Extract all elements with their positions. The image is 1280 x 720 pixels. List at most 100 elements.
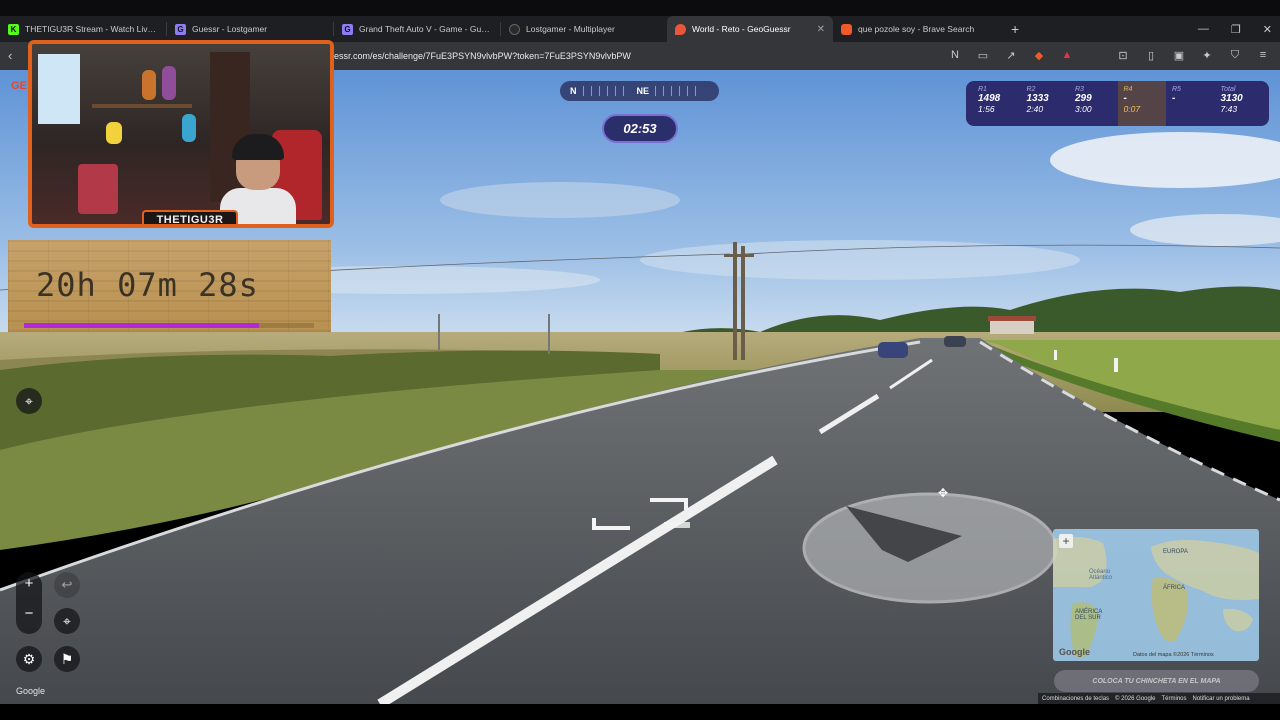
- countdown-progress-fill: [24, 323, 259, 328]
- report-problem-link[interactable]: Notificar un problema: [1193, 696, 1250, 702]
- tab-lostgamer-multiplayer[interactable]: Lostgamer - Multiplayer: [501, 16, 667, 42]
- round-time: 0:07: [1123, 104, 1141, 114]
- streamer-webcam: THETIGU3R: [28, 40, 334, 228]
- window-controls: — ❐ ✕: [1198, 16, 1272, 42]
- close-tab-icon[interactable]: ✕: [817, 24, 825, 35]
- round-2: R2 1333 2:40: [1021, 81, 1070, 126]
- webcam-monitor: [38, 54, 80, 124]
- round-label: R5: [1172, 86, 1181, 93]
- tab-title: World - Reto - GeoGuessr: [692, 24, 791, 34]
- toolbar-icons: N ▭ ↗ ◆ ▲ ⊡ ▯ ▣ ✦ ⛉ ≡: [948, 48, 1270, 62]
- map-google-logo: Google: [1059, 647, 1090, 657]
- tab-kick-stream[interactable]: K THETIGU3R Stream - Watch Live on K: [0, 16, 166, 42]
- tab-strip: K THETIGU3R Stream - Watch Live on K G G…: [0, 16, 1280, 42]
- wallet-icon[interactable]: ▣: [1172, 48, 1186, 62]
- move-cursor-icon: ✥: [938, 486, 949, 500]
- round-timer: 02:53: [602, 114, 678, 143]
- lostgamer-favicon-icon: [509, 23, 520, 35]
- round-time: 7:43: [1220, 104, 1238, 114]
- restore-icon[interactable]: ❐: [1231, 23, 1241, 36]
- place-pin-button[interactable]: COLOCA TU CHINCHETA EN EL MAPA: [1054, 670, 1259, 692]
- round-label: R4: [1123, 86, 1133, 93]
- google-watermark: Google: [16, 686, 46, 696]
- map-label-europe: EUROPA: [1163, 549, 1188, 555]
- copyright-text: © 2026 Google: [1115, 695, 1156, 702]
- translate-icon[interactable]: N: [948, 48, 962, 62]
- zoom-control: + −: [16, 572, 42, 634]
- subathon-countdown-panel: 20h 07m 28s: [8, 240, 331, 332]
- window-close-icon[interactable]: ✕: [1263, 23, 1272, 36]
- round-points: -: [1123, 93, 1127, 104]
- brave-favicon-icon: [841, 23, 852, 35]
- share-icon[interactable]: ↗: [1004, 48, 1018, 62]
- separator-icon: [1088, 48, 1102, 62]
- tab-guessr-lostgamer[interactable]: G Guessr - Lostgamer: [167, 16, 333, 42]
- screen-top-strip: [0, 0, 1280, 16]
- compass-ticks: [655, 86, 704, 96]
- round-time: 3:00: [1075, 104, 1092, 114]
- tab-geoguessr-active[interactable]: World - Reto - GeoGuessr ✕: [667, 16, 833, 42]
- figure-toy: [182, 114, 196, 142]
- figure-toy: [78, 164, 118, 214]
- round-points: 3130: [1220, 93, 1243, 104]
- minimize-icon[interactable]: —: [1198, 23, 1209, 35]
- tab-brave-search[interactable]: que pozole soy - Brave Search: [833, 16, 999, 42]
- guessr-favicon-icon: G: [175, 23, 186, 35]
- map-label-atlantic: Océano Atlántico: [1089, 569, 1113, 581]
- round-5: R5 -: [1166, 81, 1215, 126]
- reader-mode-icon[interactable]: ⊡: [1116, 48, 1130, 62]
- terms-link[interactable]: Términos: [1162, 696, 1187, 702]
- return-to-start-icon[interactable]: ⌖: [54, 608, 80, 634]
- streetview-footer: Combinaciones de teclas © 2026 Google Té…: [1038, 693, 1280, 704]
- compass-ticks: [582, 86, 631, 96]
- checkpoint-flag-icon[interactable]: ⚑: [54, 646, 80, 672]
- figure-toy: [106, 122, 122, 144]
- round-label: R3: [1075, 86, 1084, 93]
- zoom-out-button[interactable]: −: [16, 605, 42, 622]
- vpn-shield-icon[interactable]: ⛉: [1228, 48, 1242, 62]
- sidebar-icon[interactable]: ▯: [1144, 48, 1158, 62]
- tab-title: Grand Theft Auto V - Game - Guessr: [359, 24, 492, 34]
- figure-toy: [142, 70, 156, 100]
- tab-title: Guessr - Lostgamer: [192, 24, 268, 34]
- url-field[interactable]: essr.com/es/challenge/7FuE3PSYN9vlvbPW?t…: [334, 51, 631, 61]
- brave-rewards-icon[interactable]: ▲: [1060, 48, 1074, 62]
- streamer-person: [220, 134, 296, 224]
- screen-bottom-strip: [0, 704, 1280, 720]
- round-label: R2: [1026, 86, 1036, 93]
- map-label-africa: ÁFRICA: [1163, 585, 1186, 591]
- round-time: 2:40: [1026, 104, 1044, 114]
- round-4-current: R4 - 0:07: [1117, 81, 1166, 126]
- tab-title: que pozole soy - Brave Search: [858, 24, 975, 34]
- map-label-south-america: AMÉRICA DEL SUR: [1075, 609, 1103, 621]
- guess-map[interactable]: + EUROPA ÁFRICA AMÉRICA DEL SUR Océano A…: [1053, 529, 1259, 661]
- compass-heading-label: NE: [636, 86, 650, 96]
- leo-ai-icon[interactable]: ✦: [1200, 48, 1214, 62]
- round-points: 1333: [1026, 93, 1049, 104]
- keyboard-shortcuts-link[interactable]: Combinaciones de teclas: [1042, 696, 1109, 702]
- map-zoom-in-button[interactable]: +: [1059, 534, 1073, 548]
- tab-title: Lostgamer - Multiplayer: [526, 24, 615, 34]
- location-pin-icon[interactable]: ⌖: [16, 388, 42, 414]
- settings-gear-icon[interactable]: ⚙: [16, 646, 42, 672]
- new-tab-plus-icon[interactable]: +: [1011, 21, 1019, 37]
- world-map-image: [1053, 536, 1259, 657]
- map-attribution[interactable]: Datos del mapa ©2026 Términos: [1133, 652, 1214, 658]
- round-points: -: [1172, 93, 1176, 104]
- geoguessr-logo-fragment: GE: [11, 80, 27, 92]
- tab-title: THETIGU3R Stream - Watch Live on K: [25, 24, 158, 34]
- menu-icon[interactable]: ≡: [1256, 48, 1270, 62]
- round-scoreboard: R1 1498 1:56 R2 1333 2:40 R3 299 3:00 R4…: [966, 81, 1269, 126]
- compass-bar[interactable]: N NE: [560, 81, 719, 101]
- round-points: 1498: [978, 93, 1001, 104]
- brave-shield-icon[interactable]: ◆: [1032, 48, 1046, 62]
- tab-gta-guessr[interactable]: G Grand Theft Auto V - Game - Guessr: [334, 16, 500, 42]
- undo-move-icon[interactable]: ↩: [54, 572, 80, 598]
- figure-toy: [162, 66, 176, 100]
- round-label: R1: [978, 86, 987, 93]
- zoom-in-button[interactable]: +: [16, 575, 42, 592]
- back-arrow-icon[interactable]: ‹: [8, 48, 12, 63]
- webcam-shelf: [92, 104, 192, 108]
- round-3: R3 299 3:00: [1069, 81, 1118, 126]
- cast-icon[interactable]: ▭: [976, 48, 990, 62]
